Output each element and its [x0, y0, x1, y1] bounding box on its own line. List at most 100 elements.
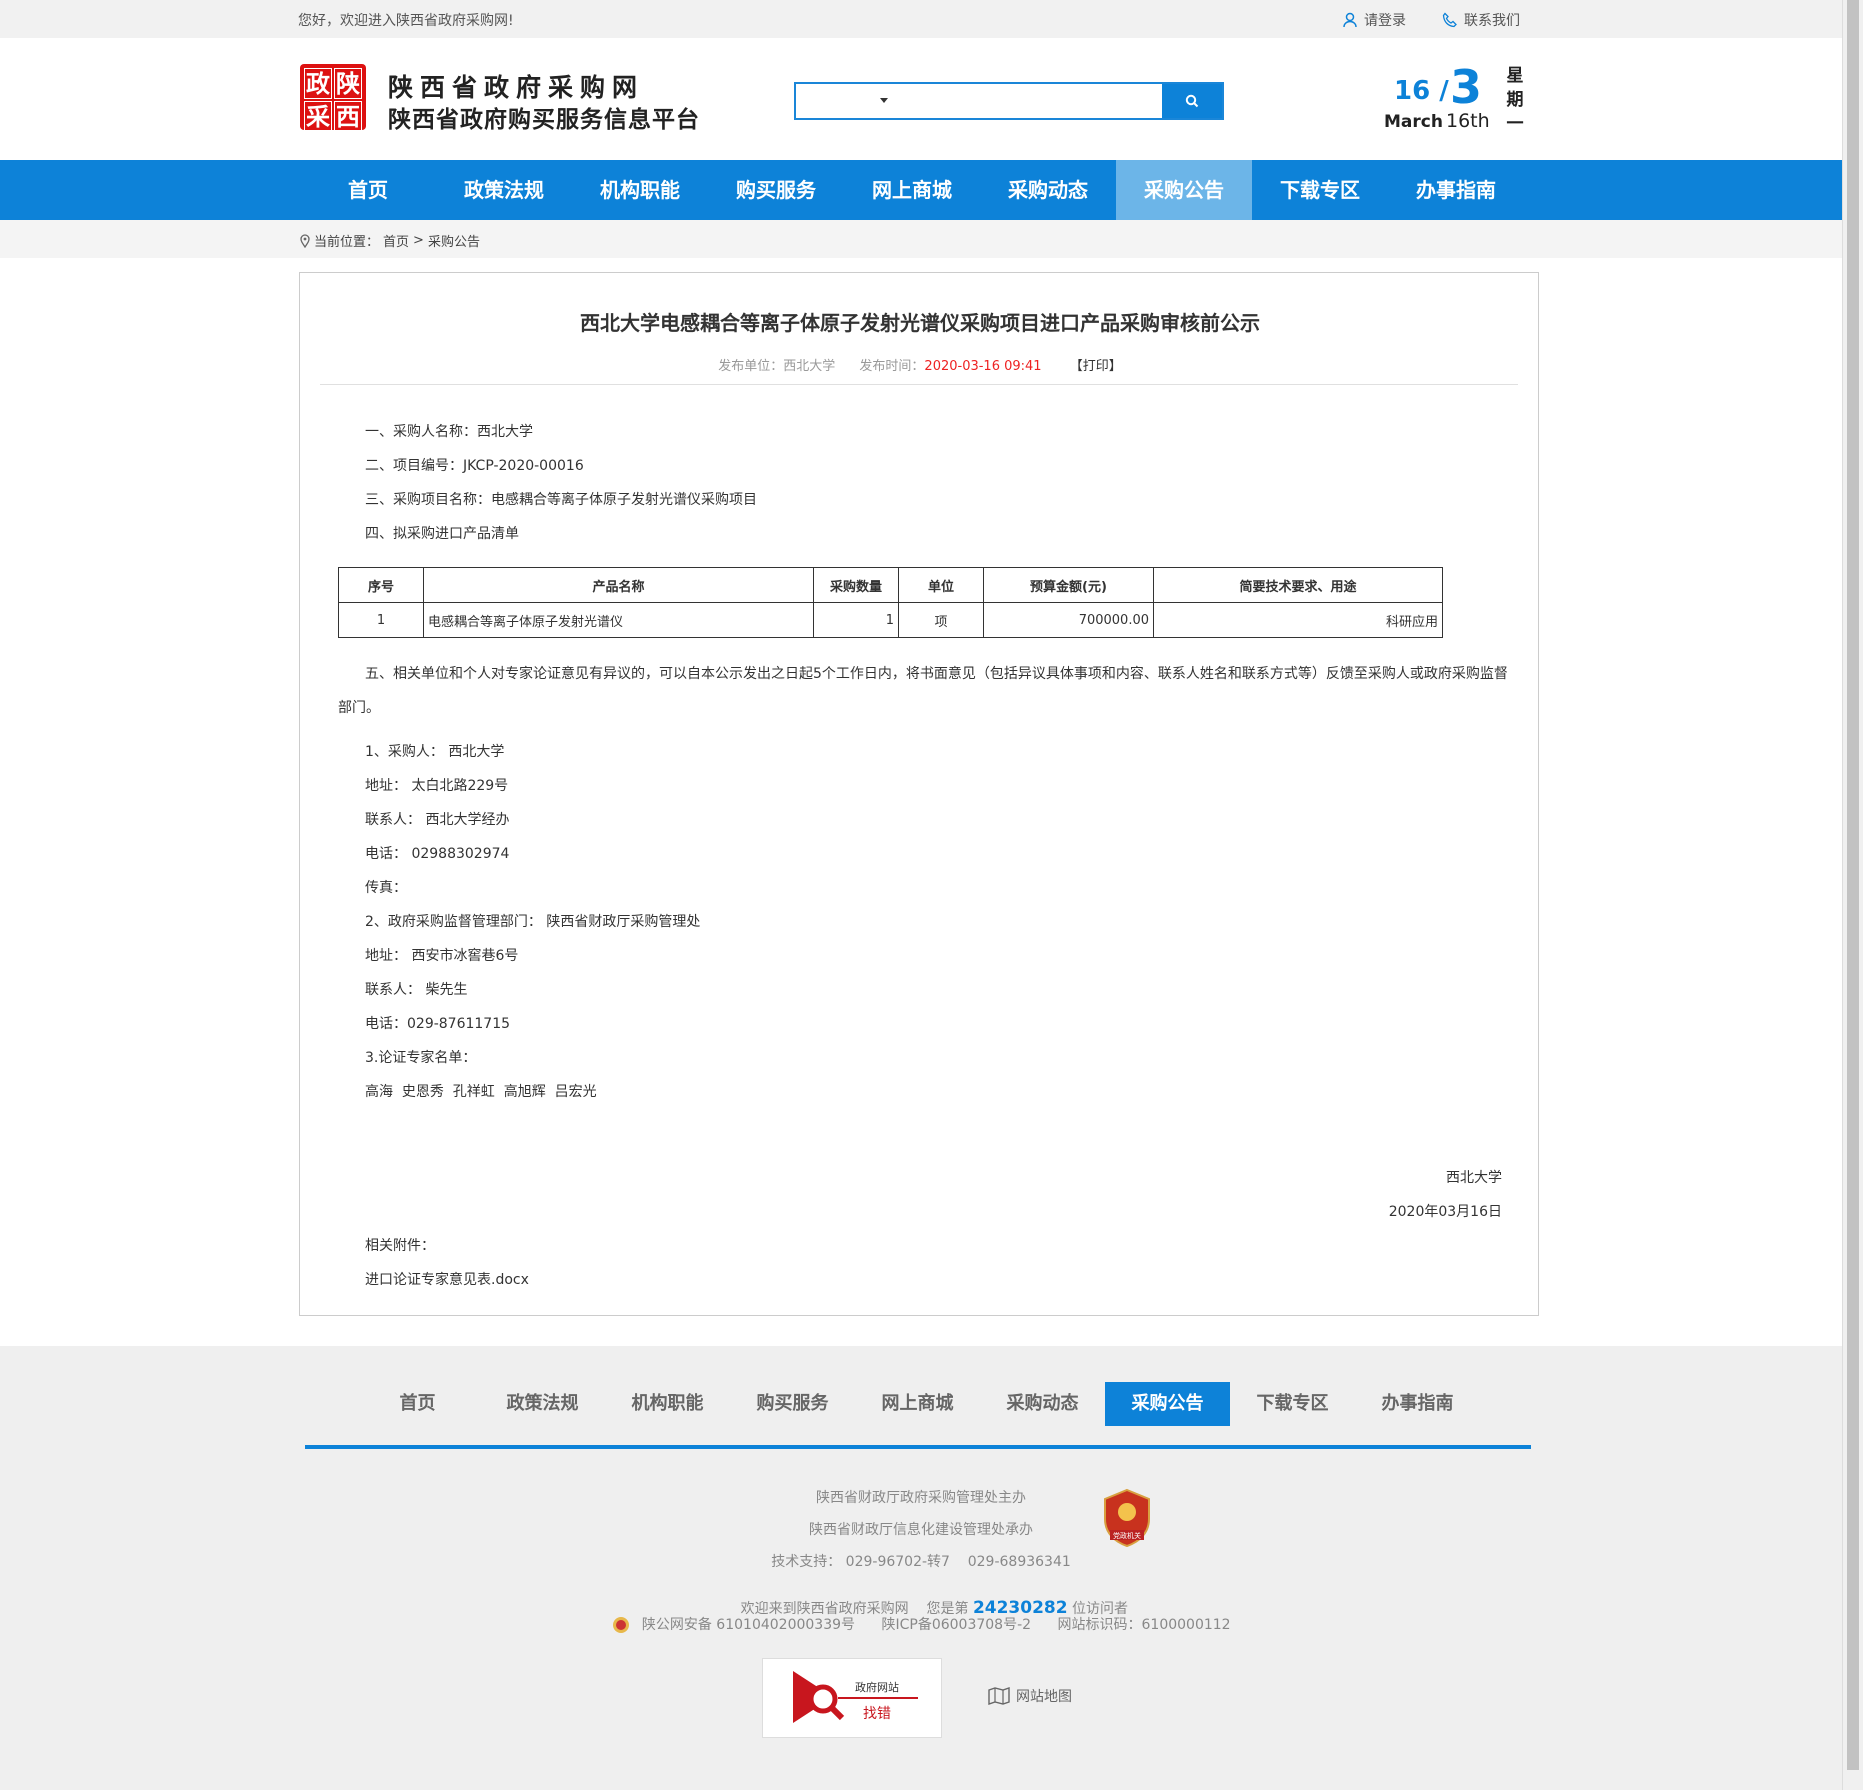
header: 政 陕 采 西 陕西省政府采购网 陕西省政府购买服务信息平台 16 / 3 Ma…: [0, 38, 1842, 160]
nav-item-home[interactable]: 首页: [300, 160, 436, 220]
col-header: 单位: [898, 567, 984, 603]
date-dayth: 16th: [1446, 110, 1490, 132]
purchaser-name: 一、采购人名称：西北大学: [365, 424, 533, 440]
cell-usage: 科研应用: [1153, 602, 1443, 638]
site-logo[interactable]: 政 陕 采 西: [300, 64, 366, 132]
location-pin-icon: [300, 233, 310, 248]
col-header: 预算金额(元): [983, 567, 1154, 603]
weekday-char: 期: [1506, 90, 1524, 110]
contact-label: 联系我们: [1464, 13, 1520, 29]
weekday: 星 期 一: [1504, 64, 1526, 136]
nav-item-guide[interactable]: 办事指南: [1388, 160, 1524, 220]
logo-char: 西: [334, 101, 362, 132]
contact-link[interactable]: 联系我们: [1442, 10, 1520, 30]
sitemap-link[interactable]: 网站地图: [988, 1686, 1072, 1706]
date-separator: /: [1439, 76, 1449, 106]
magnifier-flag-icon: [793, 1671, 845, 1723]
publish-time-label: 发布时间：: [859, 359, 925, 374]
footer-nav-home[interactable]: 首页: [355, 1382, 480, 1426]
cell-index: 1: [338, 602, 424, 638]
search-button[interactable]: [1162, 84, 1222, 118]
breadcrumb: 当前位置： 首页 > 采购公告: [300, 231, 480, 250]
supervisor-address: 地址： 西安市冰窖巷6号: [365, 948, 519, 964]
vertical-scrollbar[interactable]: [1842, 0, 1863, 1790]
icp-record-link[interactable]: 陕ICP备06003708号-2: [881, 1617, 1031, 1633]
footer-nav-mall[interactable]: 网上商城: [855, 1382, 980, 1426]
print-link[interactable]: 【打印】: [1070, 359, 1122, 374]
report-error-button[interactable]: 政府网站 找错: [762, 1658, 942, 1738]
contact-purchaser: 1、采购人： 西北大学: [365, 744, 505, 760]
objection-paragraph: 五、相关单位和个人对专家论证意见有异议的，可以自本公示发出之日起5个工作日内，将…: [338, 666, 1508, 716]
cell-quantity: 1: [813, 602, 899, 638]
col-header: 采购数量: [813, 567, 899, 603]
footer-nav-announcement[interactable]: 采购公告: [1105, 1382, 1230, 1426]
project-name: 三、采购项目名称：电感耦合等离子体原子发射光谱仪采购项目: [365, 492, 757, 508]
footer-nav-purchase-service[interactable]: 购买服务: [730, 1382, 855, 1426]
signature-org: 西北大学: [1446, 1170, 1502, 1186]
col-header: 简要技术要求、用途: [1153, 567, 1443, 603]
import-list-heading: 四、拟采购进口产品清单: [365, 526, 519, 542]
report-title: 政府网站: [855, 1681, 899, 1694]
search-category-select[interactable]: [796, 84, 890, 118]
nav-item-download[interactable]: 下载专区: [1252, 160, 1388, 220]
cell-budget: 700000.00: [983, 602, 1154, 638]
publish-time: 2020-03-16 09:41: [924, 359, 1042, 374]
report-action: 找错: [863, 1706, 891, 1722]
footer-divider: [305, 1445, 1531, 1449]
search-input[interactable]: [890, 84, 1162, 118]
police-badge-icon: [613, 1617, 630, 1633]
footer-nav-download[interactable]: 下载专区: [1230, 1382, 1355, 1426]
phone-icon: [1442, 12, 1457, 28]
publisher: 发布单位：西北大学: [718, 359, 836, 374]
nav-item-news[interactable]: 采购动态: [980, 160, 1116, 220]
article-title: 西北大学电感耦合等离子体原子发射光谱仪采购项目进口产品采购审核前公示: [580, 311, 1260, 335]
login-link[interactable]: 请登录: [1342, 10, 1406, 30]
col-header: 产品名称: [423, 567, 814, 603]
footer-nav-institution[interactable]: 机构职能: [605, 1382, 730, 1426]
footer-nav: 首页 政策法规 机构职能 购买服务 网上商城 采购动态 采购公告 下载专区 办事…: [355, 1382, 1480, 1426]
logo-char: 陕: [334, 68, 362, 99]
divider: [320, 384, 1518, 385]
signature-date: 2020年03月16日: [1388, 1204, 1502, 1220]
product-table: 序号 产品名称 采购数量 单位 预算金额(元) 简要技术要求、用途 1 电感耦合…: [338, 567, 1443, 638]
nav-item-purchase-service[interactable]: 购买服务: [708, 160, 844, 220]
police-record-link[interactable]: 陕公网安备 61010402000339号: [642, 1617, 855, 1633]
supervisor-contact: 联系人： 柴先生: [365, 982, 468, 998]
footer-support: 技术支持： 029-96702-转7 029-68936341: [771, 1554, 1071, 1570]
nav-item-institution[interactable]: 机构职能: [572, 160, 708, 220]
table-row: 1 电感耦合等离子体原子发射光谱仪 1 项 700000.00 科研应用: [338, 602, 1443, 638]
logo-char: 政: [304, 68, 332, 99]
attachment-link[interactable]: 进口论证专家意见表.docx: [365, 1269, 529, 1289]
top-bar: 您好，欢迎进入陕西省政府采购网! 请登录 联系我们: [0, 0, 1842, 38]
contact-fax: 传真：: [365, 880, 407, 896]
breadcrumb-current[interactable]: 采购公告: [428, 231, 480, 250]
nav-item-mall[interactable]: 网上商城: [844, 160, 980, 220]
footer-nav-policy[interactable]: 政策法规: [480, 1382, 605, 1426]
footer-undertaker: 陕西省财政厅信息化建设管理处承办: [809, 1522, 1033, 1538]
contact-phone: 电话： 02988302974: [365, 846, 510, 862]
user-icon: [1343, 12, 1357, 28]
attachments-label: 相关附件：: [365, 1238, 435, 1254]
party-government-badge[interactable]: 党政机关: [1102, 1488, 1152, 1548]
breadcrumb-separator: >: [413, 233, 424, 248]
article-meta: 发布单位：西北大学 发布时间：2020-03-16 09:41 【打印】: [300, 355, 1540, 374]
welcome-text: 您好，欢迎进入陕西省政府采购网!: [298, 13, 514, 29]
cell-product-name: 电感耦合等离子体原子发射光谱仪: [423, 602, 814, 638]
page: 您好，欢迎进入陕西省政府采购网! 请登录 联系我们 政 陕 采 西 陕西省政府采…: [0, 0, 1842, 1790]
weekday-char: 一: [1506, 114, 1524, 134]
nav-item-announcement[interactable]: 采购公告: [1116, 160, 1252, 220]
cell-unit: 项: [898, 602, 984, 638]
site-name: 陕西省政府采购网: [388, 73, 645, 102]
logo-char: 采: [304, 101, 332, 132]
nav-item-policy[interactable]: 政策法规: [436, 160, 572, 220]
footer-nav-news[interactable]: 采购动态: [980, 1382, 1105, 1426]
date-month-number: 3: [1450, 60, 1483, 114]
supervisor-phone: 电话：029-87611715: [365, 1016, 511, 1032]
breadcrumb-bar: 当前位置： 首页 > 采购公告: [0, 220, 1842, 258]
contact-person: 联系人： 西北大学经办: [365, 812, 510, 828]
sitemap-label: 网站地图: [1016, 1689, 1072, 1705]
footer-nav-guide[interactable]: 办事指南: [1355, 1382, 1480, 1426]
site-id: 网站标识码：6100000112: [1057, 1617, 1231, 1633]
breadcrumb-home[interactable]: 首页: [383, 231, 409, 250]
scrollbar-thumb[interactable]: [1847, 0, 1859, 1770]
